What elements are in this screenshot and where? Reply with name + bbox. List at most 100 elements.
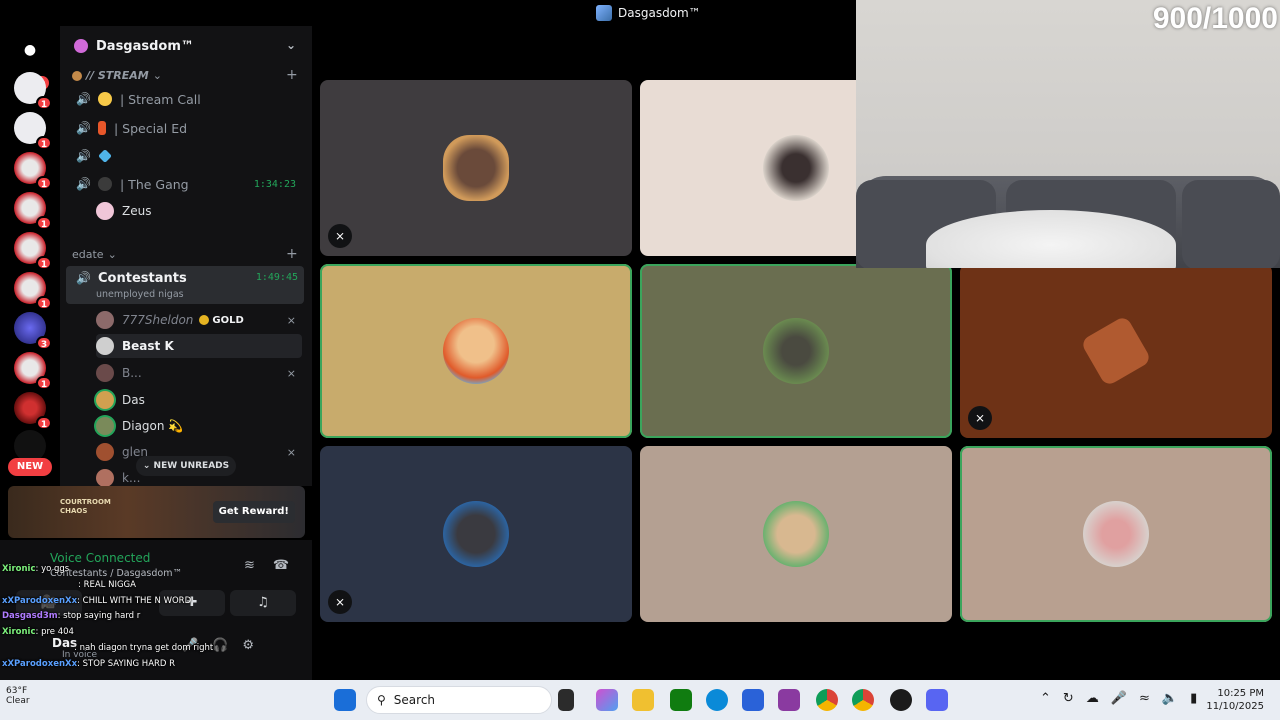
chrome-icon[interactable]: [852, 689, 874, 711]
voice-user[interactable]: Das: [96, 388, 302, 412]
xbox-icon[interactable]: [670, 689, 692, 711]
speaker-icon: 🔊: [76, 121, 91, 135]
video-tile[interactable]: ⨯: [320, 446, 632, 622]
server-strip-2[interactable]: 1: [14, 112, 52, 150]
activity-button[interactable]: ✚: [159, 590, 225, 616]
microphone-icon[interactable]: 🎤: [1111, 691, 1127, 706]
mic-muted-icon: ⨯: [328, 590, 352, 614]
video-off-icon: ⨯: [968, 406, 992, 430]
sun-icon: [98, 92, 112, 106]
cloud-icon[interactable]: ☁: [1086, 691, 1099, 706]
file-explorer-icon[interactable]: [632, 689, 654, 711]
noise-suppression-icon[interactable]: ≋: [244, 558, 255, 573]
cookie-icon: [72, 70, 82, 81]
video-tile[interactable]: ⨯: [320, 80, 632, 256]
task-view-icon[interactable]: [558, 689, 574, 711]
unread-badge: 1: [36, 96, 52, 110]
chrome-icon[interactable]: [816, 689, 838, 711]
battery-icon[interactable]: ▮: [1190, 691, 1197, 706]
couch-cushion: [1182, 180, 1280, 268]
unread-badge: 1: [36, 296, 52, 310]
channel-stream-call[interactable]: 🔊 | Stream Call: [76, 86, 302, 112]
server-rail: ● 1K+ 1 1 1 1 1 1 3 1 1 NEW: [0, 26, 60, 486]
voice-user-zeus[interactable]: Zeus: [96, 199, 302, 223]
category-stream[interactable]: // STREAM ⌄ +: [72, 67, 298, 83]
guild-name: Dasgasdom™: [96, 38, 194, 54]
video-tile[interactable]: [640, 446, 952, 622]
voice-user[interactable]: Diagon 💫: [96, 414, 302, 438]
copilot-icon[interactable]: [596, 689, 618, 711]
voice-location[interactable]: Contestants / Dasgasdom™: [50, 568, 182, 579]
muted-icon: ⨯: [286, 366, 296, 380]
avatar: [96, 417, 114, 435]
gear-icon[interactable]: ⚙: [242, 638, 254, 653]
avatar: [96, 311, 114, 329]
avatar: [763, 318, 829, 384]
video-tile-speaking[interactable]: [640, 264, 952, 438]
channel-contestants[interactable]: 🔊 Contestants unemployed nigas 1:49:45: [66, 266, 304, 304]
channel-gem[interactable]: 🔊: [76, 143, 302, 169]
new-unreads-pill[interactable]: ⌄ NEW UNREADS: [136, 456, 236, 476]
voice-user[interactable]: Beast K: [96, 334, 302, 358]
video-tile-speaking[interactable]: [320, 264, 632, 438]
channel-timer: 1:34:23: [253, 178, 296, 190]
server-social[interactable]: 3: [14, 312, 52, 350]
discord-home-icon[interactable]: ●: [14, 34, 46, 66]
user-bar: Das In voice 🎤 🎧 ⚙: [0, 636, 312, 666]
unread-badge: 1: [36, 216, 52, 230]
unread-badge: 3: [36, 336, 52, 350]
server-strip-1[interactable]: 1: [14, 72, 52, 110]
volume-icon[interactable]: 🔈: [1162, 691, 1178, 706]
avatar: [763, 501, 829, 567]
avatar: [96, 443, 114, 461]
add-channel-icon[interactable]: +: [286, 67, 298, 83]
voice-status[interactable]: Voice Connected: [50, 551, 150, 565]
guild-icon: [74, 39, 88, 53]
get-reward-button[interactable]: Get Reward!: [212, 501, 295, 523]
media-icon[interactable]: [778, 689, 800, 711]
weather-widget[interactable]: 63°F Clear: [6, 686, 30, 706]
disconnect-icon[interactable]: ☎: [273, 558, 289, 573]
microphone-icon[interactable]: 🎤: [182, 638, 198, 653]
category-edate[interactable]: edate ⌄ +: [72, 246, 298, 262]
store-icon[interactable]: [742, 689, 764, 711]
camera-button[interactable]: 🎥: [16, 590, 82, 616]
voice-user[interactable]: 777Sheldon GOLD ⨯: [96, 308, 302, 332]
video-tile[interactable]: ⨯: [960, 264, 1272, 438]
time: 10:25 PM: [1217, 688, 1264, 699]
avatar: [443, 501, 509, 567]
unread-badge: 1: [36, 376, 52, 390]
server-red-6[interactable]: 1: [14, 392, 52, 430]
app-icon[interactable]: [890, 689, 912, 711]
wifi-icon[interactable]: ≈: [1139, 691, 1150, 706]
user-name[interactable]: Das: [52, 636, 77, 650]
discord-icon[interactable]: [926, 689, 948, 711]
headphones-icon[interactable]: 🎧: [212, 638, 228, 653]
new-servers-pill[interactable]: NEW: [8, 458, 52, 476]
server-red-5[interactable]: 1: [14, 352, 52, 390]
add-channel-icon[interactable]: +: [286, 246, 298, 262]
channel-subtitle: unemployed nigas: [96, 289, 184, 300]
voice-user[interactable]: B... ⨯: [96, 361, 302, 385]
avatar: [96, 337, 114, 355]
channel-the-gang[interactable]: 🔊 | The Gang 1:34:23: [76, 171, 302, 197]
chevron-up-icon[interactable]: ⌃: [1040, 691, 1051, 706]
speaker-active-icon: 🔊: [76, 271, 91, 285]
edge-icon[interactable]: [706, 689, 728, 711]
windows-start-icon[interactable]: [334, 689, 356, 711]
soundboard-button[interactable]: ♫: [230, 590, 296, 616]
guild-header[interactable]: Dasgasdom™ ⌄: [60, 26, 312, 66]
chevron-down-icon[interactable]: ⌄: [286, 38, 296, 52]
video-tile-speaking[interactable]: [960, 446, 1272, 622]
server-red-2[interactable]: 1: [14, 192, 52, 230]
taskbar-search[interactable]: ⚲ Search: [366, 686, 552, 714]
unread-badge: 1: [36, 416, 52, 430]
clock[interactable]: 10:25 PM 11/10/2025: [1206, 687, 1264, 713]
mic-muted-icon: ⨯: [328, 224, 352, 248]
server-red-3[interactable]: 1: [14, 232, 52, 270]
taskbar: ⚲ Search ⌃ ↻ ☁ 🎤 ≈ 🔈 ▮ 10:25 PM 11/10/20…: [0, 680, 1280, 720]
server-red-1[interactable]: 1: [14, 152, 52, 190]
channel-special-ed[interactable]: 🔊 | Special Ed: [76, 115, 302, 141]
server-red-4[interactable]: 1: [14, 272, 52, 310]
sync-icon[interactable]: ↻: [1063, 691, 1074, 706]
